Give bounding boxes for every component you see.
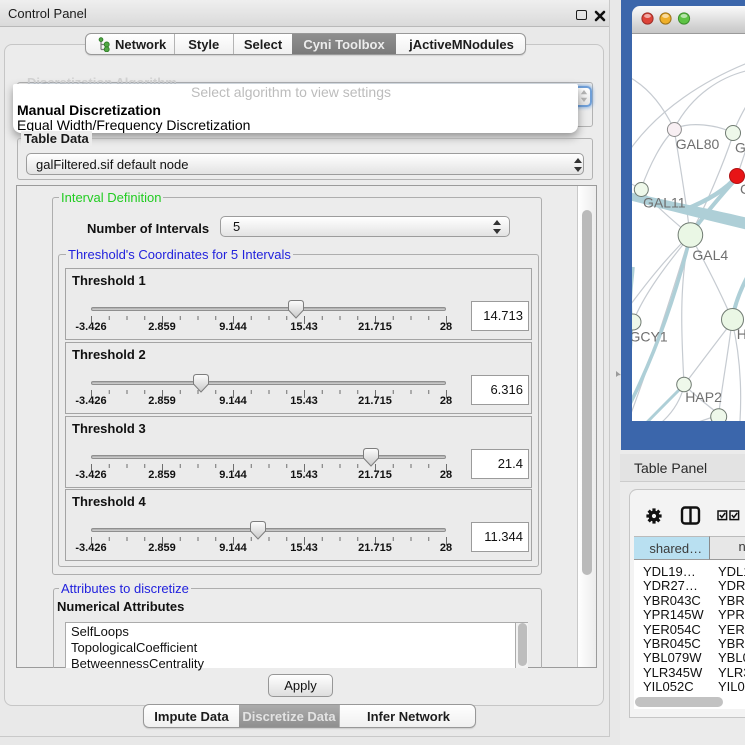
svg-text:CR: CR (740, 181, 745, 197)
svg-text:GCY1: GCY1 (632, 329, 668, 345)
svg-text:GAL4: GAL4 (692, 247, 728, 263)
svg-text:GAL80: GAL80 (676, 136, 720, 152)
svg-text:GAL1: GAL1 (735, 140, 745, 156)
svg-text:HAP2: HAP2 (685, 389, 722, 405)
svg-text:GAL11: GAL11 (643, 195, 686, 211)
svg-text:HIS4: HIS4 (737, 326, 745, 342)
